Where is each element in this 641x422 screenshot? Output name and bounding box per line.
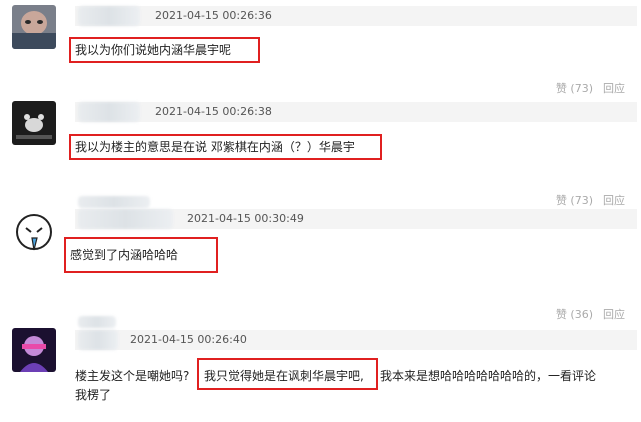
avatar[interactable] [12, 210, 56, 254]
comment-text-line2: 我楞了 [75, 388, 112, 402]
comment-actions: 赞 (36) 回应 [546, 306, 625, 322]
like-button[interactable]: 赞 (36) [556, 308, 593, 321]
avatar[interactable] [12, 5, 56, 49]
timestamp: 2021-04-15 00:30:49 [187, 212, 304, 225]
comment-text-part2: 我本来是想哈哈哈哈哈哈哈的，一看评论 [380, 369, 597, 383]
comment-text-part1: 楼主发这个是嘲她吗? [75, 369, 190, 383]
avatar[interactable] [12, 328, 56, 372]
comment-text-highlight: 我只觉得她是在讽刺华晨宇吧, [204, 369, 364, 383]
username-blurred[interactable] [78, 6, 140, 26]
timestamp: 2021-04-15 00:26:40 [130, 333, 247, 346]
username-blurred-2 [78, 330, 118, 350]
username-blurred-2 [78, 209, 173, 229]
like-button[interactable]: 赞 (73) [556, 82, 593, 95]
comment-text: 我以为你们说她内涵华晨宇呢 [75, 43, 232, 57]
timestamp: 2021-04-15 00:26:38 [155, 105, 272, 118]
reply-button[interactable]: 回应 [603, 308, 625, 321]
comment-actions: 赞 (73) 回应 [546, 192, 625, 208]
username-blurred[interactable] [78, 196, 150, 208]
reply-button[interactable]: 回应 [603, 82, 625, 95]
username-blurred[interactable] [78, 102, 140, 122]
reply-button[interactable]: 回应 [603, 194, 625, 207]
comment-actions: 赞 (73) 回应 [546, 80, 625, 96]
comment-text: 我以为楼主的意思是在说 邓紫棋在内涵（？）华晨宇 [75, 140, 355, 154]
like-button[interactable]: 赞 (73) [556, 194, 593, 207]
username-blurred[interactable] [78, 316, 116, 328]
timestamp: 2021-04-15 00:26:36 [155, 9, 272, 22]
avatar[interactable] [12, 101, 56, 145]
comment-text: 感觉到了内涵哈哈哈 [70, 248, 179, 262]
